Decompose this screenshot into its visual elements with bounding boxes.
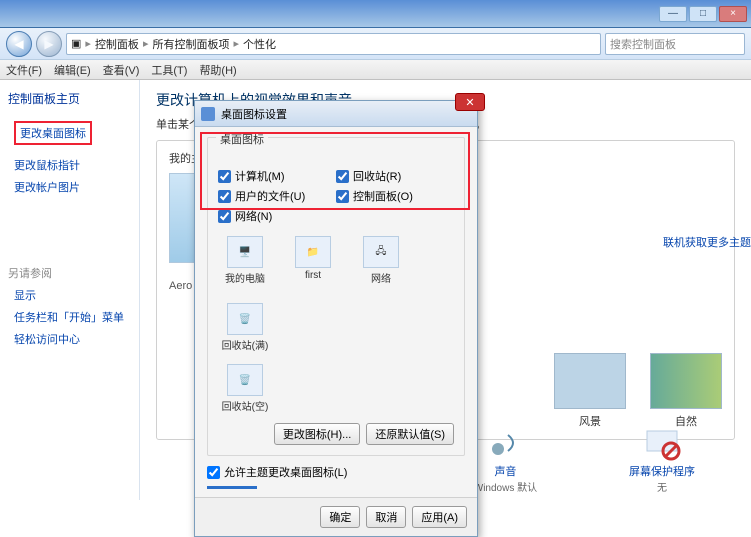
sidebar-link-display[interactable]: 显示 bbox=[14, 287, 131, 303]
allow-theme-change-checkbox[interactable]: 允许主题更改桌面图标(L) bbox=[207, 464, 465, 480]
ok-button[interactable]: 确定 bbox=[320, 506, 360, 528]
search-input[interactable]: 搜索控制面板 bbox=[605, 33, 745, 55]
icon-item-first[interactable]: 📁first bbox=[288, 236, 338, 285]
folder-icon: ▣ bbox=[71, 37, 81, 50]
theme-item[interactable]: 风景 bbox=[554, 353, 626, 429]
theme-thumb-icon bbox=[650, 353, 722, 409]
sidebar-title: 控制面板主页 bbox=[8, 90, 131, 107]
sublabel: Windows 默认 bbox=[474, 479, 537, 494]
breadcrumb[interactable]: 控制面板 bbox=[95, 36, 139, 52]
breadcrumb[interactable]: 个性化 bbox=[243, 36, 276, 52]
dialog-close-button[interactable]: ✕ bbox=[455, 93, 485, 111]
menu-edit[interactable]: 编辑(E) bbox=[54, 62, 91, 78]
checkbox-recyclebin[interactable]: 回收站(R) bbox=[336, 168, 454, 184]
desktop-icons-group: 桌面图标 计算机(M) 回收站(R) 用户的文件(U) 控制面板(O) 网络(N… bbox=[207, 137, 465, 456]
sidebar-link-ease-of-access[interactable]: 轻松访问中心 bbox=[14, 331, 131, 347]
nav-forward-button[interactable]: ▶ bbox=[36, 31, 62, 57]
checkbox-controlpanel[interactable]: 控制面板(O) bbox=[336, 188, 454, 204]
sidebar-link-change-mouse-pointers[interactable]: 更改鼠标指针 bbox=[14, 157, 131, 173]
label: 声音 bbox=[474, 463, 537, 479]
checkbox-userfiles[interactable]: 用户的文件(U) bbox=[218, 188, 336, 204]
sidebar-link-taskbar[interactable]: 任务栏和「开始」菜单 bbox=[14, 309, 131, 325]
apply-button[interactable]: 应用(A) bbox=[412, 506, 467, 528]
window-close-button[interactable]: × bbox=[719, 6, 747, 22]
recycle-empty-icon: 🗑️ bbox=[227, 364, 263, 396]
icon-item-network[interactable]: 🖧网络 bbox=[356, 236, 406, 285]
icon-item-computer[interactable]: 🖥️我的电脑 bbox=[220, 236, 270, 285]
checkbox-network[interactable]: 网络(N) bbox=[218, 208, 336, 224]
change-icon-button[interactable]: 更改图标(H)... bbox=[274, 423, 360, 445]
label: 屏幕保护程序 bbox=[629, 463, 695, 479]
nav-bar: ◀ ▶ ▣ ▸ 控制面板 ▸ 所有控制面板项 ▸ 个性化 搜索控制面板 bbox=[0, 28, 751, 60]
screensaver-icon bbox=[641, 425, 683, 461]
dialog-footer: 确定 取消 应用(A) bbox=[195, 497, 477, 536]
recycle-full-icon: 🗑️ bbox=[227, 303, 263, 335]
dialog-title: 桌面图标设置 bbox=[221, 106, 287, 122]
cancel-button[interactable]: 取消 bbox=[366, 506, 406, 528]
window-maximize-button[interactable]: □ bbox=[689, 6, 717, 22]
dialog-titlebar[interactable]: 桌面图标设置 bbox=[195, 101, 477, 127]
breadcrumb[interactable]: 所有控制面板项 bbox=[152, 36, 229, 52]
icon-item-recycle-empty[interactable]: 🗑️回收站(空) bbox=[220, 364, 270, 413]
checkbox-computer[interactable]: 计算机(M) bbox=[218, 168, 336, 184]
menu-view[interactable]: 查看(V) bbox=[103, 62, 140, 78]
focus-indicator bbox=[207, 486, 257, 489]
sounds-link[interactable]: 声音 Windows 默认 bbox=[474, 425, 537, 494]
sublabel: 无 bbox=[629, 479, 695, 494]
address-bar[interactable]: ▣ ▸ 控制面板 ▸ 所有控制面板项 ▸ 个性化 bbox=[66, 33, 601, 55]
network-icon: 🖧 bbox=[363, 236, 399, 268]
menu-tools[interactable]: 工具(T) bbox=[151, 62, 187, 78]
sidebar: 控制面板主页 更改桌面图标 更改鼠标指针 更改帐户图片 另请参阅 显示 任务栏和… bbox=[0, 80, 140, 500]
icon-item-recycle-full[interactable]: 🗑️回收站(满) bbox=[220, 303, 270, 352]
desktop-icon-settings-dialog: 桌面图标设置 ✕ 桌面图标 计算机(M) 回收站(R) 用户的文件(U) 控制面… bbox=[194, 100, 478, 537]
menu-file[interactable]: 文件(F) bbox=[6, 62, 42, 78]
nav-back-button[interactable]: ◀ bbox=[6, 31, 32, 57]
menu-help[interactable]: 帮助(H) bbox=[199, 62, 236, 78]
get-more-themes-link[interactable]: 联机获取更多主题 bbox=[663, 234, 751, 250]
window-titlebar: — □ × bbox=[0, 0, 751, 28]
theme-item[interactable]: 自然 bbox=[650, 353, 722, 429]
menu-bar: 文件(F) 编辑(E) 查看(V) 工具(T) 帮助(H) bbox=[0, 60, 751, 80]
sidebar-link-change-desktop-icons[interactable]: 更改桌面图标 bbox=[14, 121, 92, 145]
sound-icon bbox=[484, 425, 526, 461]
dialog-icon bbox=[201, 107, 215, 121]
sidebar-seealso-title: 另请参阅 bbox=[8, 265, 131, 281]
screensaver-link[interactable]: 屏幕保护程序 无 bbox=[629, 425, 695, 494]
window-minimize-button[interactable]: — bbox=[659, 6, 687, 22]
folder-icon: 📁 bbox=[295, 236, 331, 268]
sidebar-link-change-account-picture[interactable]: 更改帐户图片 bbox=[14, 179, 131, 195]
restore-defaults-button[interactable]: 还原默认值(S) bbox=[366, 423, 454, 445]
group-legend: 桌面图标 bbox=[216, 131, 268, 147]
computer-icon: 🖥️ bbox=[227, 236, 263, 268]
theme-thumb-icon bbox=[554, 353, 626, 409]
